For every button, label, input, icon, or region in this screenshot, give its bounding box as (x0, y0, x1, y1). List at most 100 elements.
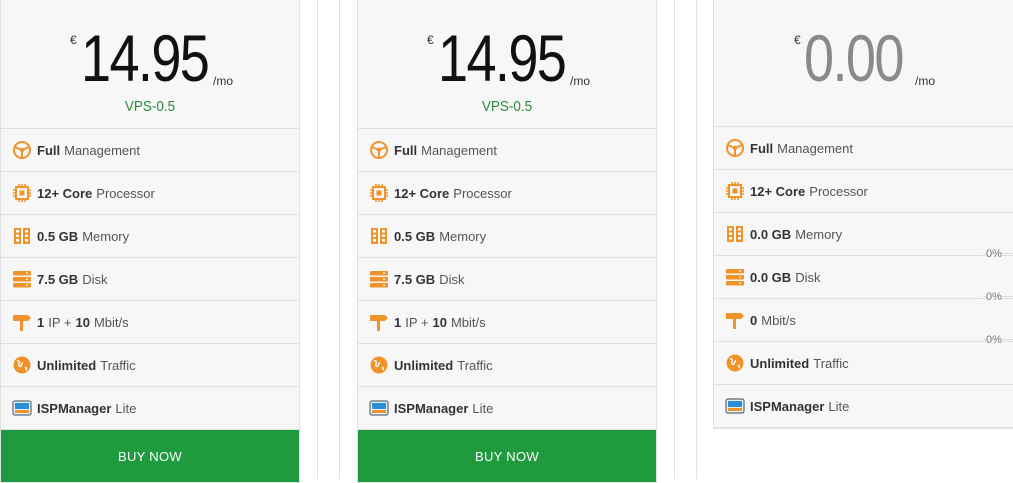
cpu-chip-icon (11, 182, 33, 204)
feature-row: Full Management (358, 129, 656, 172)
disk-server-icon (724, 266, 746, 288)
feature-row: Full Management (1, 129, 299, 172)
feature-row: Unlimited Traffic (1, 344, 299, 387)
feature-row: 0.5 GB Memory (358, 215, 656, 258)
column-divider (674, 0, 675, 479)
feature-value: ISPManager (394, 400, 469, 416)
plan-name: VPS-0.5 (481, 98, 533, 115)
feature-row: 1 IP +10 Mbit/s (358, 301, 656, 344)
price-period: /mo (570, 74, 591, 88)
percent-label: 0% (986, 248, 1002, 260)
cpu-chip-icon (368, 182, 390, 204)
feature-row: 12+ Core Processor (714, 170, 1013, 213)
feature-label: Traffic (457, 357, 493, 373)
feature-value: 0 (750, 312, 758, 328)
feature-row: Unlimited Traffic (714, 342, 1013, 385)
memory-icon (724, 223, 746, 245)
ispmanager-icon (11, 397, 33, 419)
feature-value: 0.5 GB (394, 228, 436, 244)
feature-value: 0.5 GB (37, 228, 79, 244)
ispmanager-icon (724, 395, 746, 417)
percent-label: 0% (986, 334, 1002, 346)
feature-value: 7.5 GB (37, 271, 79, 287)
feature-row: 0.5 GB Memory (1, 215, 299, 258)
steering-wheel-icon (724, 137, 746, 159)
column-divider (696, 0, 697, 479)
signpost-icon (11, 311, 33, 333)
feature-label: Disk (439, 271, 465, 287)
feature-value-secondary: 10 (432, 314, 447, 330)
price-amount: 0.00 (804, 21, 904, 95)
feature-label: Memory (82, 228, 130, 244)
feature-label: Management (64, 142, 140, 158)
feature-label: Disk (82, 271, 108, 287)
globe-icon (724, 352, 746, 374)
pricing-card-1: € 14.95 /mo VPS-0.5 Full Management 12+ Co… (0, 0, 300, 483)
feature-row: 12+ Core Processor (1, 172, 299, 215)
plan-name: VPS-0.5 (124, 98, 176, 115)
feature-value: 1 (394, 314, 402, 330)
feature-row: ISPManager Lite (1, 387, 299, 430)
globe-icon (368, 354, 390, 376)
feature-label: Lite (115, 400, 137, 416)
currency-symbol: € (794, 33, 801, 47)
feature-value: Unlimited (750, 355, 810, 371)
feature-row: ISPManager Lite (714, 385, 1013, 428)
feature-row: 12+ Core Processor (358, 172, 656, 215)
feature-label: Lite (828, 398, 850, 414)
price-period: /mo (915, 74, 936, 88)
ispmanager-icon (368, 397, 390, 419)
buy-now-button[interactable]: BUY NOW (358, 430, 656, 482)
price-period: /mo (213, 74, 234, 88)
feature-value: Full (750, 140, 774, 156)
disk-server-icon (11, 268, 33, 290)
signpost-icon (368, 311, 390, 333)
disk-server-icon (368, 268, 390, 290)
price-amount: 14.95 (81, 21, 210, 95)
feature-row: 0.0 GB Memory (714, 213, 1013, 256)
column-divider (317, 0, 318, 479)
globe-icon (11, 354, 33, 376)
feature-value: ISPManager (750, 398, 825, 414)
feature-list: Full Management 12+ Core Processor 0.5 GB Mem… (1, 129, 299, 430)
feature-label: Disk (795, 269, 821, 285)
feature-value: 0.0 GB (750, 269, 792, 285)
column-divider (339, 0, 340, 479)
memory-icon (11, 225, 33, 247)
feature-value: Full (394, 142, 418, 158)
feature-connector: IP + (405, 314, 429, 330)
feature-value-secondary: 10 (75, 314, 90, 330)
feature-label: Processor (96, 185, 155, 201)
feature-label: Lite (472, 400, 494, 416)
steering-wheel-icon (11, 139, 33, 161)
feature-value: 12+ Core (394, 185, 450, 201)
pricing-card-2: € 14.95 /mo VPS-0.5 Full Management 12+ Co… (357, 0, 657, 483)
feature-value: Unlimited (394, 357, 454, 373)
feature-label: Memory (439, 228, 487, 244)
feature-connector: IP + (48, 314, 72, 330)
feature-row: 7.5 GB Disk (358, 258, 656, 301)
price-amount: 14.95 (438, 21, 567, 95)
feature-label: Traffic (813, 355, 849, 371)
price-area: € 14.95 /mo VPS-0.5 (358, 0, 656, 129)
currency-symbol: € (427, 33, 434, 47)
feature-value: Full (37, 142, 61, 158)
memory-icon (368, 225, 390, 247)
feature-row: Unlimited Traffic (358, 344, 656, 387)
feature-value: Unlimited (37, 357, 97, 373)
feature-label: Management (421, 142, 497, 158)
feature-label: Traffic (100, 357, 136, 373)
buy-now-button[interactable]: BUY NOW (1, 430, 299, 482)
price-area: € 0.00 /mo (714, 0, 1013, 127)
feature-label: Memory (795, 226, 843, 242)
feature-label: Mbit/s (450, 314, 486, 330)
feature-value: 0.0 GB (750, 226, 792, 242)
feature-label: Processor (453, 185, 512, 201)
feature-list: Full Management 12+ Core Processor 0.5 GB Mem… (358, 129, 656, 430)
feature-label: Management (777, 140, 853, 156)
percent-label: 0% (986, 291, 1002, 303)
feature-row: Full Management (714, 127, 1013, 170)
feature-row: 0.0 GB Disk (714, 256, 1013, 299)
feature-value: 7.5 GB (394, 271, 436, 287)
pricing-card-custom: € 0.00 /mo Full Management 12+ Core Process… (713, 0, 1013, 429)
